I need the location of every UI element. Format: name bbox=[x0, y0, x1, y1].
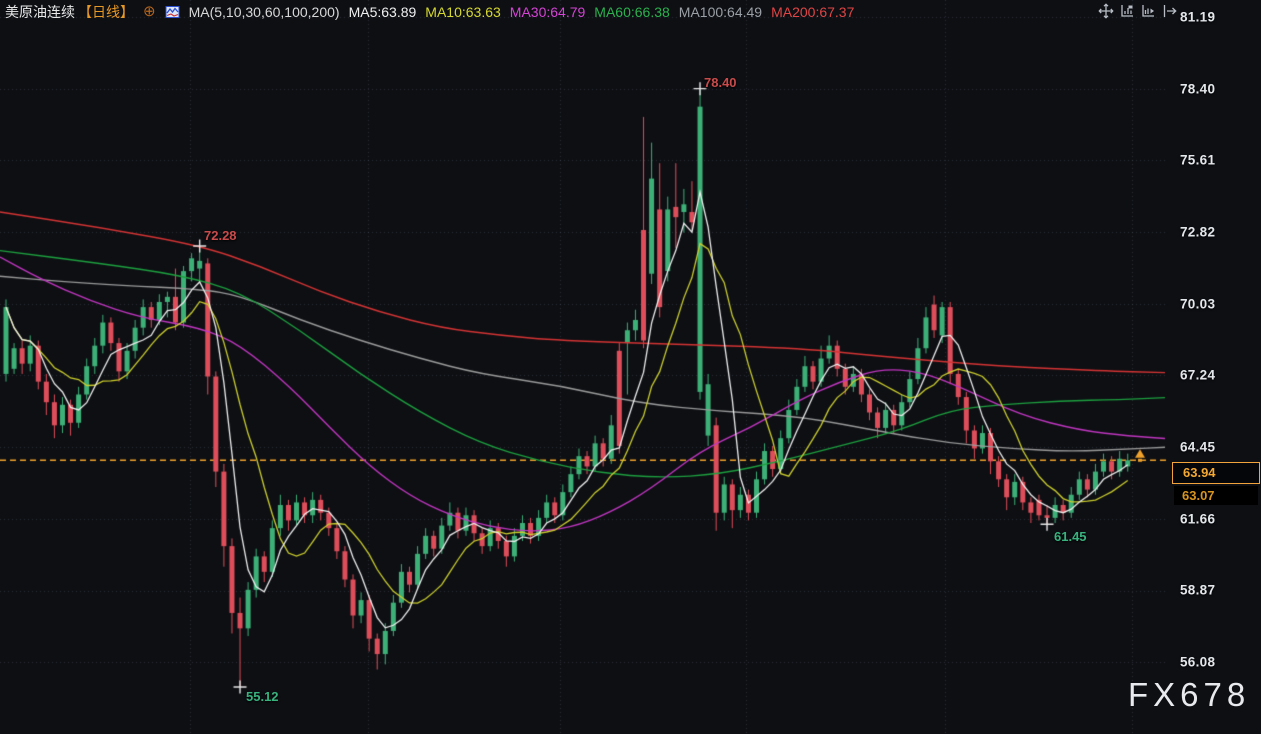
ma10-value: MA10:63.63 bbox=[425, 4, 501, 20]
y-axis-label: 58.87 bbox=[1180, 583, 1215, 598]
swing-low-annotation: 55.12 bbox=[246, 689, 279, 704]
symbol-title: 美原油连续 bbox=[5, 2, 75, 22]
kline-chart-window: 美原油连续 【日线】 ⊕ MA(5,10,30,60,100,200) MA5:… bbox=[0, 0, 1261, 734]
reference-price-tag: 63.07 bbox=[1174, 486, 1258, 505]
ma100-value: MA100:64.49 bbox=[679, 4, 762, 20]
chart-toolbar bbox=[1097, 2, 1177, 19]
y-axis-label: 56.08 bbox=[1180, 655, 1215, 670]
ma60-value: MA60:66.38 bbox=[594, 4, 670, 20]
y-axis-label: 70.03 bbox=[1180, 297, 1215, 312]
swing-high-annotation: 72.28 bbox=[204, 228, 237, 243]
ma30-value: MA30:64.79 bbox=[510, 4, 586, 20]
y-axis-label: 61.66 bbox=[1180, 512, 1215, 527]
y-axis-label: 81.19 bbox=[1180, 10, 1215, 25]
swing-high-annotation: 78.40 bbox=[704, 75, 737, 90]
kline-style-icon[interactable] bbox=[165, 5, 180, 19]
left-axis-scale-icon[interactable] bbox=[1118, 2, 1135, 19]
ma200-value: MA200:67.37 bbox=[771, 4, 854, 20]
y-axis-label: 67.24 bbox=[1180, 368, 1215, 383]
ma5-value: MA5:63.89 bbox=[349, 4, 417, 20]
swing-low-annotation: 61.45 bbox=[1054, 529, 1087, 544]
last-price-tag: 63.94 bbox=[1172, 462, 1260, 484]
y-axis-label: 78.40 bbox=[1180, 82, 1215, 97]
move-icon[interactable] bbox=[1097, 2, 1114, 19]
timeframe-label[interactable]: 【日线】 bbox=[78, 2, 134, 22]
y-axis-label: 75.61 bbox=[1180, 153, 1215, 168]
y-axis-label: 64.45 bbox=[1180, 440, 1215, 455]
exit-panel-icon[interactable] bbox=[1160, 2, 1177, 19]
watermark: FX678 bbox=[1128, 676, 1250, 714]
chart-header: 美原油连续 【日线】 ⊕ MA(5,10,30,60,100,200) MA5:… bbox=[5, 2, 854, 21]
compare-plus-icon[interactable]: ⊕ bbox=[143, 5, 156, 19]
candlestick-chart-canvas[interactable] bbox=[0, 0, 1261, 734]
ma-params-label: MA(5,10,30,60,100,200) bbox=[189, 4, 340, 20]
y-axis-label: 72.82 bbox=[1180, 225, 1215, 240]
right-axis-scale-icon[interactable] bbox=[1139, 2, 1156, 19]
